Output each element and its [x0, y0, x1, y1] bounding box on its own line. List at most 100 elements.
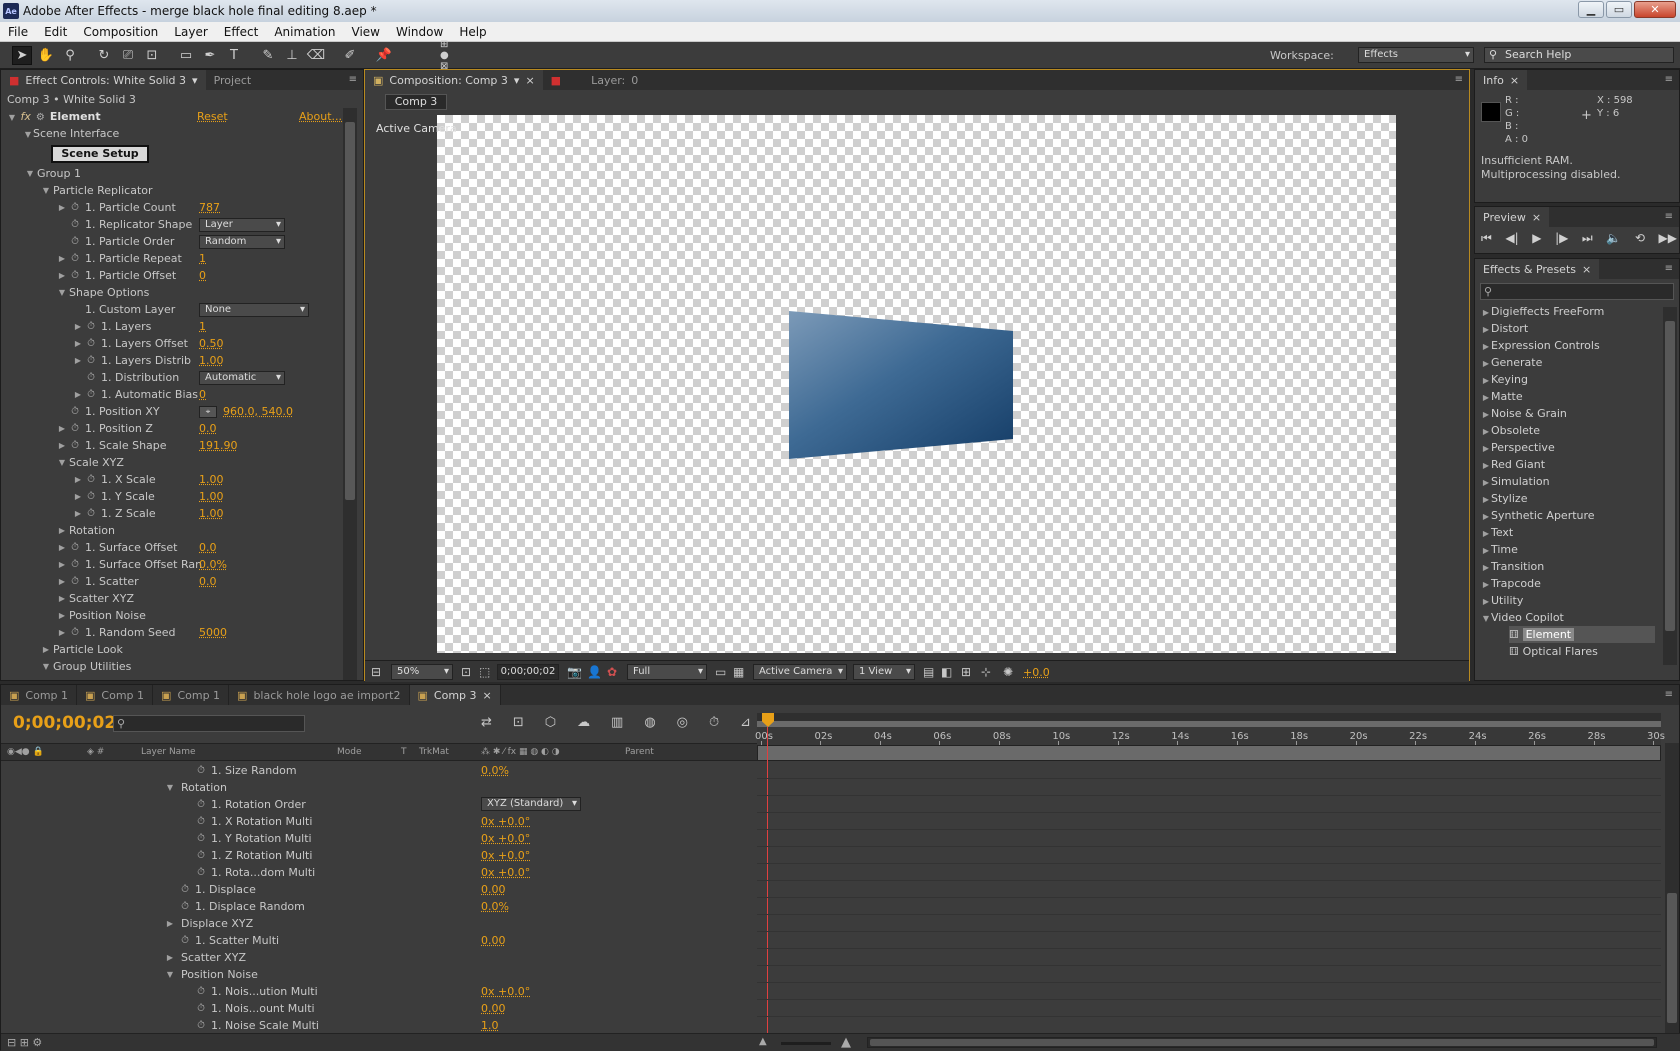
- expand-triangle-icon[interactable]: ▶: [57, 591, 67, 607]
- effect-property-row[interactable]: ▼ Group 1: [1, 166, 341, 182]
- menu-layer[interactable]: Layer: [166, 25, 215, 39]
- effect-property-row[interactable]: ▶ ⏱ 1. Position Z 0.0: [1, 421, 341, 437]
- expand-triangle-icon[interactable]: ▶: [1481, 593, 1491, 610]
- timeline-property-row[interactable]: ⏱ 1. Scatter Multi 0.00: [1, 932, 756, 949]
- effects-category[interactable]: ▶ Keying: [1481, 371, 1661, 388]
- stopwatch-icon[interactable]: ⏱: [179, 881, 191, 898]
- effect-property-row[interactable]: ▶ ⏱ 1. Layers Offset 0.50: [1, 336, 341, 352]
- tab-project[interactable]: Project: [206, 70, 260, 90]
- effect-property-row[interactable]: ▶ ⏱ 1. Random Seed 5000: [1, 625, 341, 641]
- layer-name-header[interactable]: Layer Name: [141, 747, 196, 757]
- expand-triangle-icon[interactable]: ▶: [57, 574, 67, 590]
- timeline-horizontal-scrollbar[interactable]: [867, 1037, 1657, 1048]
- last-frame-icon[interactable]: ⏭: [1582, 231, 1593, 246]
- expand-triangle-icon[interactable]: ▶: [1481, 525, 1491, 542]
- expand-triangle-icon[interactable]: ▶: [1481, 440, 1491, 457]
- about-link[interactable]: About...: [299, 109, 342, 125]
- panel-menu-icon[interactable]: ≡: [1665, 689, 1673, 700]
- timeline-tab[interactable]: ▣ Comp 1: [1, 685, 78, 705]
- always-preview-icon[interactable]: ⊟: [371, 665, 381, 679]
- exposure-value[interactable]: +0.0: [1023, 666, 1050, 679]
- menu-animation[interactable]: Animation: [266, 25, 343, 39]
- close-tab-icon[interactable]: ×: [1532, 211, 1541, 224]
- expand-triangle-icon[interactable]: ▶: [57, 608, 67, 624]
- tab-composition[interactable]: ▣ Composition: Comp 3 ▾ ×: [365, 70, 543, 90]
- timeline-property-row[interactable]: ⏱ 1. Displace 0.00: [1, 881, 756, 898]
- camera-snapshot-icon[interactable]: 📷: [567, 665, 582, 679]
- property-value[interactable]: 0.00: [481, 932, 506, 949]
- comp-viewer[interactable]: [437, 115, 1396, 653]
- effects-scrollbar[interactable]: [1663, 307, 1677, 665]
- play-icon[interactable]: ▶: [1532, 231, 1541, 246]
- property-value[interactable]: 0.0%: [481, 762, 509, 779]
- effect-property-row[interactable]: ▶ ⏱ 1. Layers 1: [1, 319, 341, 335]
- zoom-dropdown[interactable]: 50%: [391, 664, 453, 680]
- effect-property-row[interactable]: ⏱ 1. Position XY ⌖ 960.0, 540.0: [1, 404, 341, 420]
- search-help-field[interactable]: ⚲ Search Help: [1484, 47, 1674, 63]
- hide-shy-icon[interactable]: ☁: [577, 715, 590, 730]
- loop-icon[interactable]: ⟲: [1635, 231, 1645, 246]
- stopwatch-icon[interactable]: ⏱: [179, 932, 191, 949]
- effect-property-row[interactable]: ▶ ⏱ 1. Particle Offset 0: [1, 268, 341, 284]
- workspace-dropdown[interactable]: Effects: [1358, 47, 1474, 63]
- graph-editor-icon[interactable]: ⊿: [740, 715, 751, 730]
- expand-triangle-icon[interactable]: ▶: [57, 421, 67, 437]
- property-value[interactable]: 0.0: [199, 574, 217, 590]
- property-value[interactable]: 0.00: [481, 1000, 506, 1017]
- timeline-tab[interactable]: ▣ Comp 1: [153, 685, 230, 705]
- close-button[interactable]: ✕: [1634, 1, 1676, 18]
- effect-item[interactable]: ⚅ Element: [1509, 626, 1655, 643]
- effect-property-row[interactable]: ▶ ⏱ 1. Particle Count 787: [1, 200, 341, 216]
- close-tab-icon[interactable]: ×: [483, 689, 492, 702]
- stopwatch-icon[interactable]: ⏱: [69, 200, 81, 216]
- property-dropdown[interactable]: Random: [199, 235, 285, 249]
- expand-triangle-icon[interactable]: ▶: [57, 523, 67, 539]
- chevron-down-icon[interactable]: ▾: [514, 74, 520, 87]
- effects-category[interactable]: ▶ Obsolete: [1481, 422, 1661, 439]
- stopwatch-icon[interactable]: ⏱: [195, 983, 207, 1000]
- expand-triangle-icon[interactable]: ▼: [25, 166, 35, 182]
- stopwatch-icon[interactable]: ⏱: [69, 421, 81, 437]
- effect-property-row[interactable]: ▶ ⏱ 1. Surface Offset Ran 0.0%: [1, 557, 341, 573]
- property-value[interactable]: 0x +0.0°: [481, 813, 530, 830]
- effect-property-row[interactable]: ⏱ 1. Particle Order Random: [1, 234, 341, 250]
- expand-triangle-icon[interactable]: ▶: [1481, 491, 1491, 508]
- timeline-icon[interactable]: ⊞: [961, 665, 971, 679]
- effects-category[interactable]: ▶ Distort: [1481, 320, 1661, 337]
- flowchart-icon[interactable]: ⊹: [981, 665, 991, 679]
- timeline-property-row[interactable]: ⏱ 1. Size Random 0.0%: [1, 762, 756, 779]
- menu-window[interactable]: Window: [388, 25, 451, 39]
- stopwatch-icon[interactable]: ⏱: [85, 319, 97, 335]
- timeline-property-row[interactable]: ▼ Position Noise: [1, 966, 756, 983]
- timeline-property-row[interactable]: ▼ Rotation: [1, 779, 756, 796]
- rotate-tool-icon[interactable]: ↻: [94, 46, 114, 65]
- timeline-property-row[interactable]: ⏱ 1. X Rotation Multi 0x +0.0°: [1, 813, 756, 830]
- timeline-property-row[interactable]: ⏱ 1. Nois...ount Multi 0.00: [1, 1000, 756, 1017]
- effect-property-row[interactable]: ▶ ⏱ 1. Y Scale 1.00: [1, 489, 341, 505]
- expand-triangle-icon[interactable]: ▶: [1481, 423, 1491, 440]
- stopwatch-icon[interactable]: ⏱: [195, 830, 207, 847]
- type-tool-icon[interactable]: T: [224, 46, 244, 65]
- brush-tool-icon[interactable]: ✎: [258, 46, 278, 65]
- live-update-icon[interactable]: ⊡: [513, 715, 524, 730]
- timeline-tab[interactable]: ▣ Comp 3 ×: [409, 685, 501, 705]
- stopwatch-icon[interactable]: ⏱: [69, 251, 81, 267]
- effect-property-row[interactable]: ▶ ⏱ 1. Layers Distrib 1.00: [1, 353, 341, 369]
- expand-triangle-icon[interactable]: ▶: [1481, 457, 1491, 474]
- expand-triangle-icon[interactable]: ▶: [57, 268, 67, 284]
- property-value[interactable]: 1: [199, 319, 206, 335]
- expand-triangle-icon[interactable]: ▶: [1481, 338, 1491, 355]
- expand-triangle-icon[interactable]: ▶: [1481, 508, 1491, 525]
- zoom-in-icon[interactable]: ▲: [841, 1035, 851, 1050]
- expand-triangle-icon[interactable]: ▶: [1481, 406, 1491, 423]
- menu-edit[interactable]: Edit: [36, 25, 75, 39]
- timeline-property-row[interactable]: ⏱ 1. Noise Scale Multi 1.0: [1, 1017, 756, 1034]
- stopwatch-icon[interactable]: ⏱: [85, 336, 97, 352]
- comp-navigator-button[interactable]: Comp 3: [385, 94, 447, 110]
- timeline-timecode[interactable]: 0;00;00;02: [13, 713, 116, 733]
- channels-icon[interactable]: ✿: [607, 665, 617, 679]
- expand-triangle-icon[interactable]: ▶: [1481, 355, 1491, 372]
- expand-triangle-icon[interactable]: ▼: [165, 779, 175, 796]
- stopwatch-icon[interactable]: ⏱: [69, 404, 81, 420]
- effects-category[interactable]: ▶ Expression Controls: [1481, 337, 1661, 354]
